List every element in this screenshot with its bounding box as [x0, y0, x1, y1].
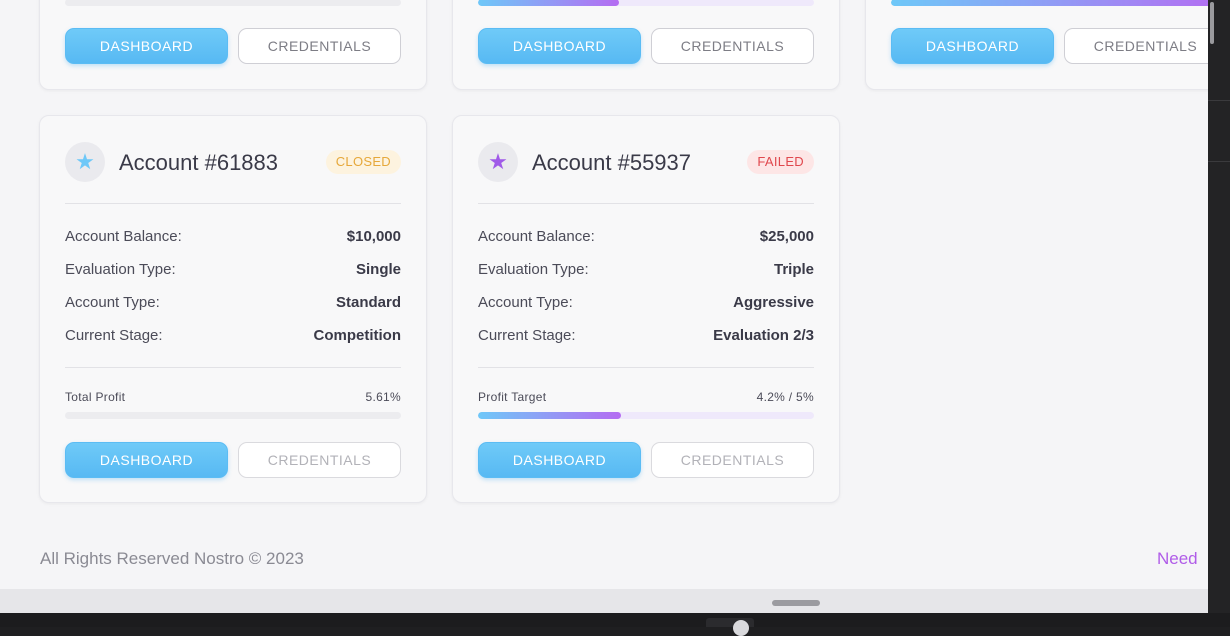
account-title: Account #61883	[119, 150, 279, 175]
current-stage-value: Evaluation 2/3	[713, 327, 814, 344]
account-balance-label: Account Balance:	[478, 228, 595, 245]
card-divider	[478, 367, 814, 368]
top-card-3-progress-fill	[891, 0, 1208, 6]
page-content: DASHBOARD CREDENTIALS DASHBOARD CREDENTI…	[0, 0, 1208, 589]
account-card-61883: ★ Account #61883 CLOSED Account Balance:…	[39, 115, 427, 503]
scrollbar-thumb[interactable]	[1210, 2, 1214, 44]
top-card-2-progress-track	[478, 0, 814, 6]
evaluation-type-label: Evaluation Type:	[478, 261, 589, 278]
top-card-2-dashboard-button[interactable]: DASHBOARD	[478, 28, 641, 64]
current-stage-label: Current Stage:	[478, 327, 576, 344]
top-card-2-progress-fill	[478, 0, 620, 6]
rail-divider	[1208, 100, 1230, 101]
app-icon[interactable]	[733, 620, 749, 636]
progress-track	[65, 412, 401, 419]
footer-help-link[interactable]: Need	[1157, 549, 1198, 569]
top-card-1-credentials-button[interactable]: CREDENTIALS	[238, 28, 401, 64]
card-divider	[65, 367, 401, 368]
status-badge: CLOSED	[325, 150, 401, 174]
progress-value: 5.61%	[365, 390, 401, 404]
top-card-3-progress-track	[891, 0, 1208, 6]
progress-value: 4.2% / 5%	[756, 390, 814, 404]
status-badge: FAILED	[747, 150, 814, 174]
current-stage-value: Competition	[313, 327, 402, 344]
window-scrollbar[interactable]	[1208, 0, 1230, 627]
credentials-button[interactable]: CREDENTIALS	[651, 442, 814, 478]
evaluation-type-value: Triple	[773, 261, 814, 278]
progress-label: Total Profit	[65, 390, 126, 404]
progress-label: Profit Target	[478, 390, 547, 404]
top-account-card-3: DASHBOARD CREDENTIALS	[865, 0, 1208, 90]
top-account-card-1: DASHBOARD CREDENTIALS	[39, 0, 427, 90]
progress-track	[478, 412, 814, 419]
top-card-3-credentials-button[interactable]: CREDENTIALS	[1064, 28, 1208, 64]
star-icon: ★	[478, 142, 518, 182]
star-icon: ★	[65, 142, 105, 182]
horizontal-scrollbar[interactable]	[0, 589, 1208, 613]
dashboard-button[interactable]: DASHBOARD	[65, 442, 228, 478]
credentials-button[interactable]: CREDENTIALS	[238, 442, 401, 478]
evaluation-type-label: Evaluation Type:	[65, 261, 176, 278]
account-type-label: Account Type:	[65, 294, 160, 311]
dashboard-button[interactable]: DASHBOARD	[478, 442, 641, 478]
account-title: Account #55937	[532, 150, 692, 175]
rail-divider	[1208, 161, 1230, 162]
taskbar	[0, 613, 1230, 636]
account-type-label: Account Type:	[478, 294, 573, 311]
horizontal-scroll-handle[interactable]	[772, 600, 820, 606]
top-card-2-credentials-button[interactable]: CREDENTIALS	[651, 28, 814, 64]
account-balance-value: $10,000	[346, 228, 401, 245]
top-card-3-dashboard-button[interactable]: DASHBOARD	[891, 28, 1054, 64]
account-balance-value: $25,000	[759, 228, 814, 245]
top-card-1-dashboard-button[interactable]: DASHBOARD	[65, 28, 228, 64]
footer-copyright: All Rights Reserved Nostro © 2023	[40, 549, 304, 568]
progress-fill	[478, 412, 621, 419]
account-type-value: Aggressive	[733, 294, 814, 311]
top-account-card-2: DASHBOARD CREDENTIALS	[452, 0, 840, 90]
current-stage-label: Current Stage:	[65, 327, 163, 344]
account-balance-label: Account Balance:	[65, 228, 182, 245]
card-divider	[478, 203, 814, 204]
account-card-55937: ★ Account #55937 FAILED Account Balance:…	[452, 115, 840, 503]
top-card-1-progress-track	[65, 0, 401, 6]
card-divider	[65, 203, 401, 204]
account-type-value: Standard	[335, 294, 401, 311]
evaluation-type-value: Single	[355, 261, 401, 278]
